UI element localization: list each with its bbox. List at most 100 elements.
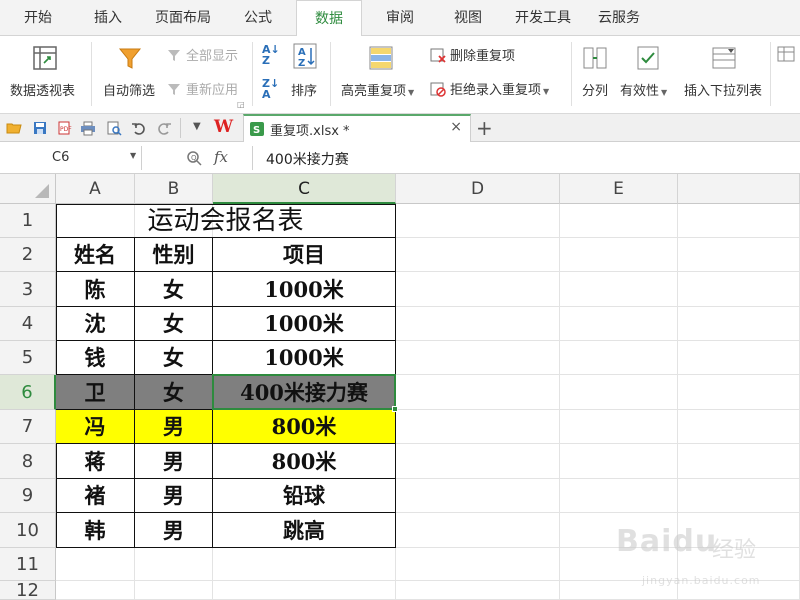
formula-input[interactable]: 400米接力赛 <box>266 149 349 169</box>
tab-1[interactable]: 插入 <box>80 0 136 36</box>
row-header-6[interactable]: 6 <box>0 375 56 410</box>
select-all-corner[interactable] <box>0 174 56 204</box>
row-header-3[interactable]: 3 <box>0 272 56 307</box>
undo-icon[interactable] <box>131 120 147 136</box>
split-column-button[interactable]: 分列 <box>582 80 608 99</box>
name-cell[interactable]: 卫 <box>56 375 135 410</box>
export-pdf-icon[interactable]: PDF <box>56 120 72 136</box>
print-preview-icon[interactable] <box>106 120 122 136</box>
tab-2[interactable]: 页面布局 <box>140 0 226 36</box>
event-cell[interactable]: 800米 <box>213 444 396 479</box>
validity-button[interactable]: 有效性 ▼ <box>620 80 667 99</box>
column-header-c[interactable]: C <box>213 174 396 204</box>
more-tools-icon[interactable] <box>776 44 796 64</box>
row-header-12[interactable]: 12 <box>0 581 56 600</box>
row-header-4[interactable]: 4 <box>0 307 56 341</box>
tab-7[interactable]: 开发工具 <box>503 0 583 36</box>
tab-0[interactable]: 开始 <box>9 0 67 36</box>
row-header-11[interactable]: 11 <box>0 548 56 581</box>
show-all-button[interactable]: 全部显示 <box>166 45 238 64</box>
column-header-a[interactable]: A <box>56 174 135 204</box>
baidu-jingyan-watermark: Baidu 经验 jingyan.baidu.com <box>612 514 792 594</box>
tab-8[interactable]: 云服务 <box>586 0 652 36</box>
gender-cell[interactable]: 男 <box>135 513 213 548</box>
event-cell[interactable]: 1000米 <box>213 307 396 341</box>
tab-3[interactable]: 公式 <box>232 0 284 36</box>
name-box[interactable]: C6 ▼ <box>0 146 142 170</box>
event-header-cell[interactable]: 项目 <box>213 238 396 272</box>
watermark-url: jingyan.baidu.com <box>642 574 761 587</box>
wps-logo-icon[interactable]: W <box>214 117 233 137</box>
sort-button[interactable]: 排序 <box>291 80 317 99</box>
name-cell[interactable]: 韩 <box>56 513 135 548</box>
gender-cell[interactable]: 女 <box>135 272 213 307</box>
watermark-cn: 经验 <box>712 538 757 563</box>
name-header-cell[interactable]: 姓名 <box>56 238 135 272</box>
row-header-1[interactable]: 1 <box>0 204 56 238</box>
name-cell[interactable]: 蒋 <box>56 444 135 479</box>
gender-cell[interactable]: 女 <box>135 375 213 410</box>
excel-file-icon: S <box>250 122 264 136</box>
gender-header-cell[interactable]: 性别 <box>135 238 213 272</box>
function-icon[interactable]: fx <box>214 148 228 166</box>
row-header-8[interactable]: 8 <box>0 444 56 479</box>
tab-4[interactable]: 数据 <box>296 0 362 37</box>
dialog-launcher-icon[interactable]: ◲ <box>237 100 245 109</box>
document-filename: 重复项.xlsx * <box>270 124 350 139</box>
name-cell[interactable]: 褚 <box>56 479 135 513</box>
zoom-icon[interactable]: Q <box>186 150 202 166</box>
new-tab-icon[interactable]: + <box>476 116 493 140</box>
ribbon-tab-bar: 开始 插入 页面布局 公式 数据 审阅 视图 开发工具 云服务 <box>0 0 800 37</box>
close-tab-icon[interactable]: × <box>450 119 462 135</box>
name-cell[interactable]: 冯 <box>56 410 135 444</box>
row-header-7[interactable]: 7 <box>0 410 56 444</box>
auto-filter-button[interactable]: 自动筛选 <box>103 80 155 99</box>
gender-cell[interactable]: 男 <box>135 444 213 479</box>
svg-text:A: A <box>298 47 306 58</box>
reject-duplicate-entry-button[interactable]: 拒绝录入重复项 ▼ <box>430 79 549 98</box>
gender-cell[interactable]: 女 <box>135 341 213 375</box>
sort-desc-icon[interactable]: Z↓ A <box>262 78 279 100</box>
reapply-button[interactable]: 重新应用 <box>166 79 238 98</box>
reject-entry-icon <box>430 82 446 97</box>
sheet-title-cell[interactable]: 运动会报名表 <box>56 204 396 238</box>
event-cell[interactable]: 1000米 <box>213 272 396 307</box>
sort-asc-icon[interactable]: A↓ Z <box>262 44 280 66</box>
document-tab[interactable]: S 重复项.xlsx * × <box>243 114 471 142</box>
event-cell[interactable]: 铅球 <box>213 479 396 513</box>
row-header-10[interactable]: 10 <box>0 513 56 548</box>
tab-5[interactable]: 审阅 <box>372 0 428 36</box>
formula-bar: C6 ▼ Q fx 400米接力赛 <box>0 142 800 174</box>
tab-6[interactable]: 视图 <box>442 0 494 36</box>
redo-icon[interactable] <box>156 120 172 136</box>
print-icon[interactable] <box>80 120 96 136</box>
row-header-5[interactable]: 5 <box>0 341 56 375</box>
chevron-down-icon[interactable]: ▼ <box>130 151 136 160</box>
gender-cell[interactable]: 男 <box>135 479 213 513</box>
column-header-d[interactable]: D <box>396 174 560 204</box>
gender-cell[interactable]: 男 <box>135 410 213 444</box>
open-folder-icon[interactable] <box>6 120 22 136</box>
column-header-f[interactable] <box>678 174 800 204</box>
column-header-e[interactable]: E <box>560 174 678 204</box>
name-cell[interactable]: 陈 <box>56 272 135 307</box>
event-cell[interactable]: 1000米 <box>213 341 396 375</box>
row-header-2[interactable]: 2 <box>0 238 56 272</box>
name-cell[interactable]: 钱 <box>56 341 135 375</box>
insert-dropdown-button[interactable]: 插入下拉列表 <box>684 80 762 99</box>
split-column-icon <box>583 47 607 69</box>
highlight-duplicates-button[interactable]: 高亮重复项 ▼ <box>341 80 414 99</box>
name-cell[interactable]: 沈 <box>56 307 135 341</box>
row-header-9[interactable]: 9 <box>0 479 56 513</box>
gender-cell[interactable]: 女 <box>135 307 213 341</box>
column-header-b[interactable]: B <box>135 174 213 204</box>
active-cell-selection <box>212 374 396 410</box>
event-cell[interactable]: 跳高 <box>213 513 396 548</box>
event-cell[interactable]: 800米 <box>213 410 396 444</box>
pivot-table-button[interactable]: 数据透视表 <box>10 80 75 99</box>
delete-duplicates-button[interactable]: 删除重复项 <box>430 45 515 64</box>
save-icon[interactable] <box>32 120 48 136</box>
fill-handle[interactable] <box>392 406 398 412</box>
validity-icon <box>637 46 659 70</box>
customize-toolbar-icon[interactable]: ▼ <box>193 121 201 132</box>
